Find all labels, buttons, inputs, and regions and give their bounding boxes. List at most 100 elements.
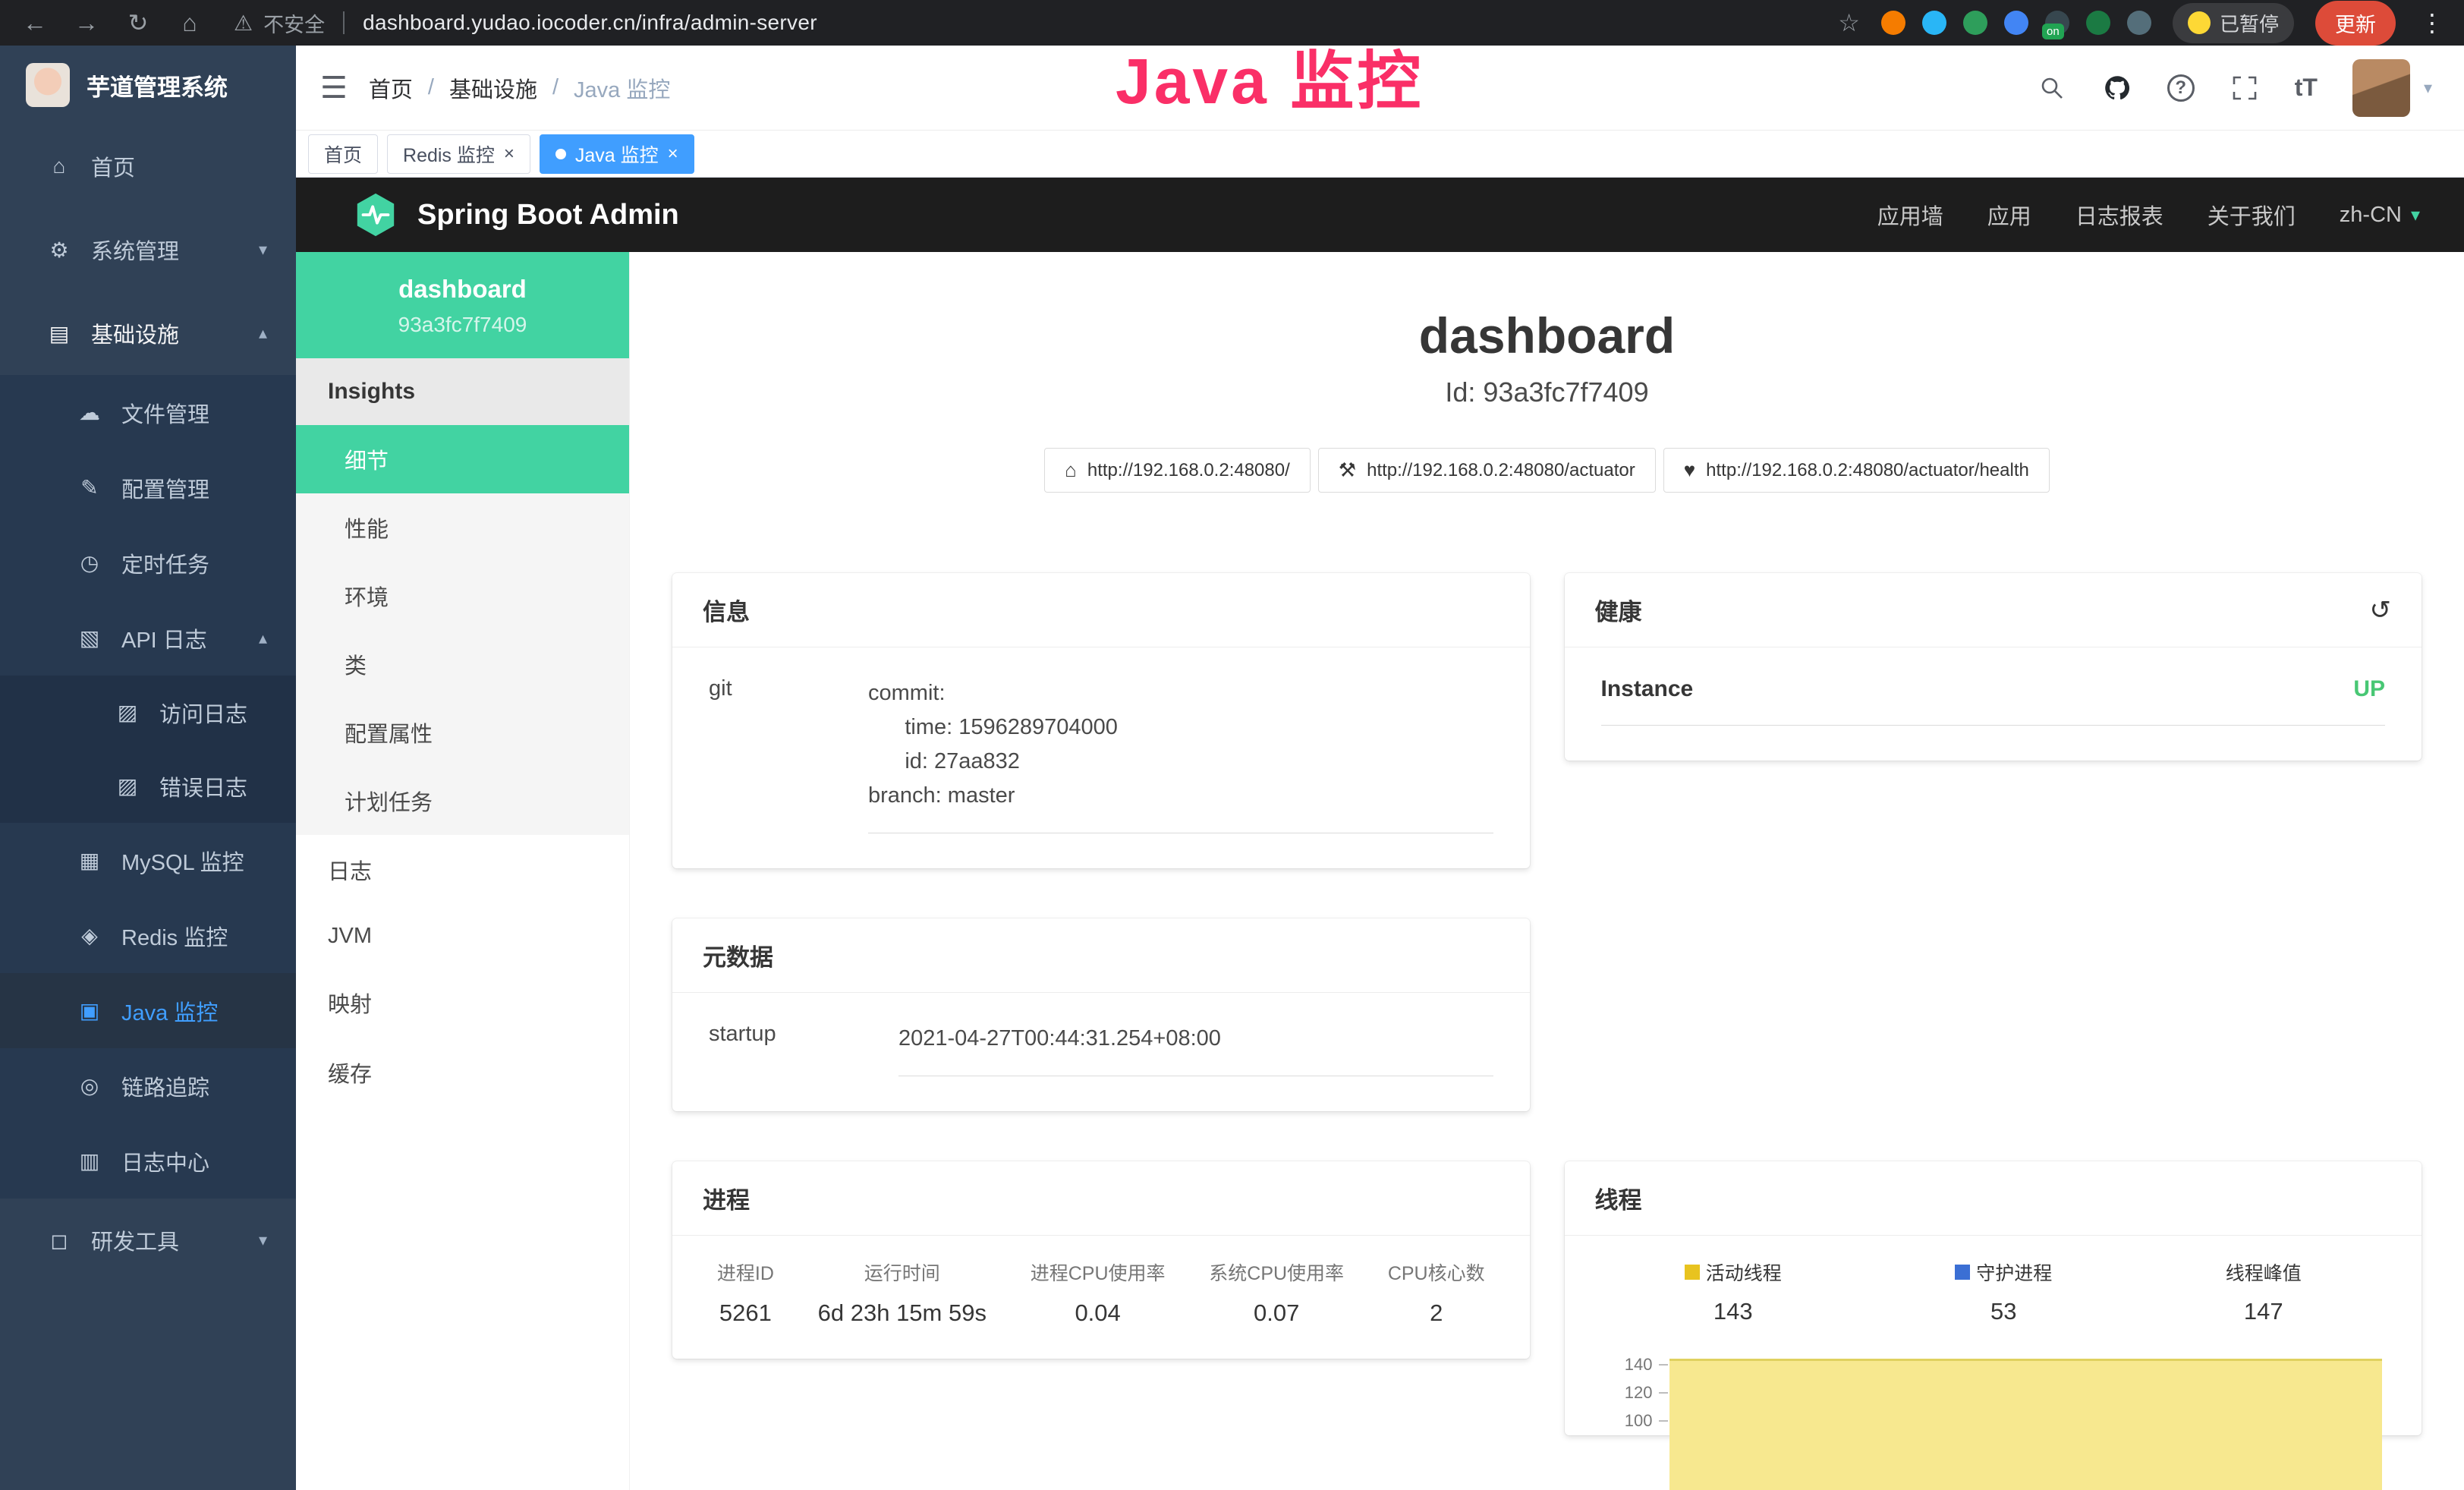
sidebar-item-java-monitor[interactable]: ▣ Java 监控 [0, 973, 296, 1048]
active-tab-dot [555, 149, 566, 159]
sba-item-performance[interactable]: 性能 [296, 493, 629, 562]
home-icon: ⌂ [46, 154, 73, 178]
close-icon[interactable]: × [668, 143, 678, 165]
sidebar-item-config-management[interactable]: ✎ 配置管理 [0, 450, 296, 525]
legend-value: 147 [2226, 1298, 2302, 1325]
infrastructure-icon: ▤ [46, 321, 73, 346]
browser-menu-icon[interactable]: ⋮ [2420, 8, 2444, 37]
extension-icon[interactable] [2127, 11, 2151, 35]
sba-item-config-props[interactable]: 配置属性 [296, 698, 629, 767]
sba-brand[interactable]: Spring Boot Admin [354, 192, 679, 238]
chevron-up-icon: ▴ [259, 628, 267, 648]
extension-icon[interactable] [1881, 11, 1905, 35]
sidebar-item-mysql-monitor[interactable]: ▦ MySQL 监控 [0, 823, 296, 898]
metric-label: 运行时间 [818, 1258, 987, 1286]
redis-icon: ◈ [76, 923, 103, 948]
extension-icon[interactable] [2086, 11, 2110, 35]
sba-nav-about[interactable]: 关于我们 [2208, 199, 2296, 231]
sidebar-item-file-management[interactable]: ☁ 文件管理 [0, 375, 296, 450]
metric-label: 系统CPU使用率 [1209, 1258, 1344, 1286]
bookmark-star-icon[interactable]: ☆ [1838, 8, 1860, 37]
refresh-icon[interactable]: ↻ [123, 8, 153, 37]
back-icon[interactable]: ← [20, 9, 50, 37]
cloud-icon: ☁ [76, 400, 103, 425]
live-threads-area-series [1669, 1359, 2383, 1490]
sidebar-item-redis-monitor[interactable]: ◈ Redis 监控 [0, 898, 296, 973]
sba-nav-journal[interactable]: 日志报表 [2075, 199, 2163, 231]
sba-instance-header[interactable]: dashboard 93a3fc7f7409 [296, 252, 629, 358]
address-bar[interactable]: dashboard.yudao.iocoder.cn/infra/admin-s… [363, 11, 817, 35]
service-url-button[interactable]: ⌂ http://192.168.0.2:48080/ [1044, 448, 1311, 493]
tab-redis-monitor[interactable]: Redis 监控 × [387, 134, 530, 174]
sba-item-mappings[interactable]: 映射 [296, 968, 629, 1038]
pencil-icon: ✎ [76, 475, 103, 500]
forward-icon[interactable]: → [71, 9, 102, 37]
log-center-icon: ▥ [76, 1148, 103, 1173]
admin-sidebar: 芋道管理系统 ⌂ 首页 ⚙ 系统管理 ▾ ▤ 基础设施 ▴ ☁ [0, 46, 296, 1490]
legend-label: 线程峰值 [2226, 1258, 2302, 1286]
sba-item-logs[interactable]: 日志 [296, 835, 629, 905]
avatar[interactable] [2352, 59, 2410, 117]
sba-nav-applications[interactable]: 应用 [1987, 199, 2031, 231]
sidebar-item-infrastructure[interactable]: ▤ 基础设施 ▴ [0, 291, 296, 375]
help-icon[interactable]: ? [2167, 74, 2195, 102]
paused-label: 已暂停 [2220, 9, 2279, 37]
sidebar-item-link-tracing[interactable]: ◎ 链路追踪 [0, 1048, 296, 1123]
sidebar-item-label: 配置管理 [121, 472, 209, 504]
extension-icon[interactable]: on [2045, 11, 2069, 35]
legend-square-yellow [1685, 1265, 1700, 1280]
sidebar-item-access-logs[interactable]: ▨ 访问日志 [0, 676, 296, 749]
fullscreen-icon[interactable] [2230, 73, 2260, 103]
y-tick-label: 140 [1625, 1355, 1653, 1375]
breadcrumb-item[interactable]: 首页 [369, 72, 413, 104]
sba-item-details[interactable]: 细节 [296, 425, 629, 493]
tab-java-monitor[interactable]: Java 监控 × [540, 134, 694, 174]
info-value: commit: time: 1596289704000 id: 27aa832 … [868, 676, 1493, 833]
sba-item-caches[interactable]: 缓存 [296, 1038, 629, 1107]
sidebar-menu: ⌂ 首页 ⚙ 系统管理 ▾ ▤ 基础设施 ▴ ☁ 文件管理 [0, 124, 296, 1282]
extension-icon[interactable] [1963, 11, 1987, 35]
tab-home[interactable]: 首页 [308, 134, 378, 174]
sidebar-item-home[interactable]: ⌂ 首页 [0, 124, 296, 208]
health-url-button[interactable]: ♥ http://192.168.0.2:48080/actuator/heal… [1663, 448, 2050, 493]
metric-uptime: 运行时间 6d 23h 15m 59s [818, 1258, 987, 1327]
sidebar-fold-icon[interactable]: ☰ [320, 71, 348, 106]
sidebar-item-label: 定时任务 [121, 547, 209, 579]
metric-value: 5261 [717, 1299, 774, 1327]
extension-icon[interactable] [2004, 11, 2028, 35]
search-icon[interactable] [2037, 73, 2067, 103]
chrome-update-button[interactable]: 更新 [2315, 1, 2396, 46]
sidebar-item-error-logs[interactable]: ▨ 错误日志 [0, 749, 296, 823]
legend-live-threads: 活动线程 143 [1685, 1258, 1782, 1325]
sba-item-environment[interactable]: 环境 [296, 562, 629, 630]
actuator-url-button[interactable]: ⚒ http://192.168.0.2:48080/actuator [1318, 448, 1656, 493]
sidebar-item-dev-tools[interactable]: ◻ 研发工具 ▾ [0, 1199, 296, 1282]
sba-language-select[interactable]: zh-CN ▾ [2340, 203, 2420, 228]
sba-item-classes[interactable]: 类 [296, 630, 629, 698]
actuator-url: http://192.168.0.2:48080/actuator [1367, 460, 1635, 481]
profile-paused-chip[interactable]: 已暂停 [2173, 3, 2294, 43]
browser-home-icon[interactable]: ⌂ [175, 9, 205, 37]
history-icon[interactable]: ↺ [2370, 595, 2392, 625]
health-row-instance[interactable]: Instance UP [1601, 676, 2386, 726]
info-card: 信息 git commit: time: 1596289704000 id: 2… [672, 573, 1530, 868]
sba-nav-wallboard[interactable]: 应用墙 [1877, 199, 1943, 231]
sba-item-scheduled-tasks[interactable]: 计划任务 [296, 767, 629, 835]
metric-label: 进程CPU使用率 [1031, 1258, 1166, 1286]
extension-icon[interactable] [1922, 11, 1946, 35]
sidebar-item-api-logs[interactable]: ▧ API 日志 ▴ [0, 600, 296, 676]
sidebar-item-log-center[interactable]: ▥ 日志中心 [0, 1123, 296, 1199]
close-icon[interactable]: × [504, 143, 515, 165]
sidebar-item-system-management[interactable]: ⚙ 系统管理 ▾ [0, 208, 296, 291]
sba-item-jvm[interactable]: JVM [296, 905, 629, 968]
site-security[interactable]: ⚠ 不安全 dashboard.yudao.iocoder.cn/infra/a… [234, 8, 817, 38]
legend-value: 53 [1955, 1298, 2052, 1325]
breadcrumb-item[interactable]: 基础设施 [449, 72, 537, 104]
sidebar-item-scheduled-tasks[interactable]: ◷ 定时任务 [0, 525, 296, 600]
font-size-icon[interactable]: tT [2295, 74, 2318, 102]
legend-peak-threads: 线程峰值 147 [2226, 1258, 2302, 1325]
metric-pid: 进程ID 5261 [717, 1258, 774, 1327]
github-icon[interactable] [2102, 73, 2132, 103]
metric-cpu-cores: CPU核心数 2 [1388, 1258, 1485, 1327]
app-logo-row[interactable]: 芋道管理系统 [0, 46, 296, 124]
